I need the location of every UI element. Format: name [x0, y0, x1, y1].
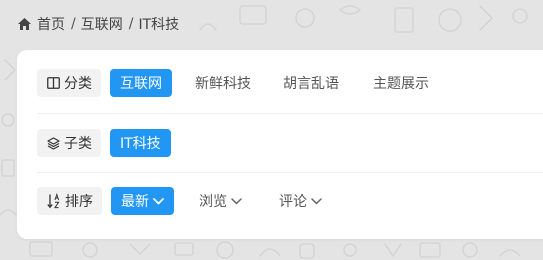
sort-az-icon	[47, 193, 61, 209]
sort-option-comments-label: 评论	[279, 194, 307, 210]
sort-option-comments[interactable]: 评论	[279, 187, 322, 215]
chevron-down-icon	[311, 197, 322, 205]
sort-filter-row: 排序 最新 浏览 评论	[37, 187, 543, 215]
breadcrumb-current: IT科技	[138, 17, 180, 33]
subcategory-label-text: 子类	[64, 136, 92, 152]
chevron-down-icon	[153, 197, 164, 205]
filter-panel: 分类 互联网 新鲜科技 胡言乱语 主题展示 子类 IT科技 排序 最新 浏览 评…	[17, 50, 543, 239]
breadcrumb-home-link[interactable]: 首页	[37, 14, 65, 34]
category-label-text: 分类	[64, 76, 92, 92]
category-option-new-tech[interactable]: 新鲜科技	[195, 69, 251, 97]
category-option-theme-showcase[interactable]: 主题展示	[373, 69, 429, 97]
breadcrumb: 首页 / 互联网 / IT科技	[17, 14, 179, 34]
columns-icon	[47, 77, 60, 89]
category-option-nonsense[interactable]: 胡言乱语	[283, 69, 339, 97]
sort-option-views[interactable]: 浏览	[199, 187, 242, 215]
sort-option-views-label: 浏览	[199, 194, 227, 210]
category-label: 分类	[37, 69, 101, 97]
sort-option-newest[interactable]: 最新	[111, 187, 174, 215]
subcategory-filter-row: 子类 IT科技	[37, 129, 543, 157]
category-option-internet[interactable]: 互联网	[110, 69, 172, 97]
divider	[37, 113, 543, 114]
breadcrumb-separator: /	[128, 16, 134, 32]
sort-option-newest-label: 最新	[121, 194, 149, 210]
breadcrumb-link-internet[interactable]: 互联网	[81, 14, 123, 34]
sort-label-text: 排序	[65, 194, 93, 210]
category-filter-row: 分类 互联网 新鲜科技 胡言乱语 主题展示	[37, 69, 543, 97]
subcategory-label: 子类	[37, 129, 101, 157]
home-icon[interactable]	[17, 17, 32, 31]
breadcrumb-separator: /	[71, 16, 76, 32]
subcategory-option-it-tech[interactable]: IT科技	[110, 129, 171, 157]
layers-icon	[47, 136, 60, 150]
sort-label: 排序	[37, 187, 102, 215]
chevron-down-icon	[231, 197, 242, 205]
divider	[37, 172, 543, 173]
